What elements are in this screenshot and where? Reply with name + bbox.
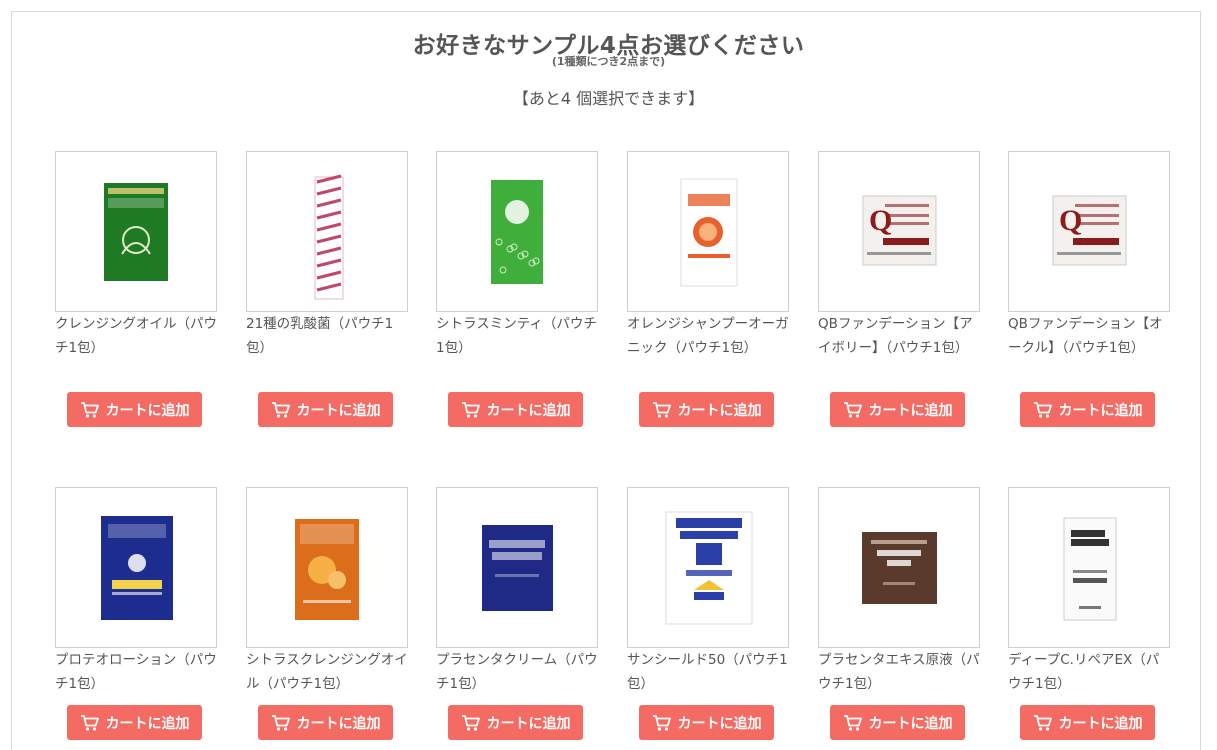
- add-to-cart-label: カートに追加: [868, 715, 953, 732]
- product-card: Q QBファンデーション【オークル】（パウチ1包） カートに追加: [1008, 151, 1170, 428]
- add-to-cart-button[interactable]: カートに追加: [448, 705, 583, 740]
- product-name[interactable]: サンシールド50（パウチ1包）: [627, 649, 789, 696]
- product-name[interactable]: QBファンデーション【アイボリー】（パウチ1包）: [818, 313, 980, 360]
- product-image[interactable]: [436, 151, 598, 312]
- product-name[interactable]: プラセンタクリーム（パウチ1包）: [436, 649, 598, 696]
- product-image[interactable]: [55, 487, 217, 648]
- add-to-cart-button[interactable]: カートに追加: [448, 392, 583, 427]
- add-to-cart-label: カートに追加: [486, 402, 571, 419]
- add-to-cart-button[interactable]: カートに追加: [1020, 705, 1155, 740]
- add-to-cart-button[interactable]: カートに追加: [67, 705, 202, 740]
- product-image[interactable]: [627, 151, 789, 312]
- product-name[interactable]: QBファンデーション【オークル】（パウチ1包）: [1008, 313, 1170, 360]
- product-image[interactable]: [1008, 487, 1170, 648]
- product-image[interactable]: [818, 487, 980, 648]
- product-image[interactable]: Q: [1008, 151, 1170, 312]
- cart-icon: [271, 714, 291, 732]
- add-to-cart-button[interactable]: カートに追加: [258, 705, 393, 740]
- qb-foundation-ivory-pouch-image: Q: [862, 195, 937, 266]
- product-card: シトラスクレンジングオイル（パウチ1包） カートに追加: [246, 487, 408, 741]
- product-card: サンシールド50（パウチ1包） カートに追加: [627, 487, 789, 741]
- white-deep-c-repair-pouch-image: [1063, 517, 1117, 621]
- add-to-cart-button[interactable]: カートに追加: [639, 705, 774, 740]
- white-sun-shield-pouch-image: [665, 511, 753, 625]
- product-name[interactable]: クレンジングオイル（パウチ1包）: [55, 313, 217, 360]
- add-to-cart-button[interactable]: カートに追加: [639, 392, 774, 427]
- cart-icon: [1033, 714, 1053, 732]
- brown-placenta-extract-pouch-image: [862, 532, 937, 604]
- product-image[interactable]: [246, 487, 408, 648]
- add-to-cart-label: カートに追加: [868, 402, 953, 419]
- add-to-cart-button[interactable]: カートに追加: [830, 392, 965, 427]
- cart-icon: [80, 401, 100, 419]
- product-card: Q QBファンデーション【アイボリー】（パウチ1包） カートに追加: [818, 151, 980, 428]
- cart-icon: [80, 714, 100, 732]
- product-card: プロテオローション（パウチ1包） カートに追加: [55, 487, 217, 741]
- pink-lactic-acid-stick-image: [314, 174, 344, 300]
- add-to-cart-button[interactable]: カートに追加: [67, 392, 202, 427]
- cart-icon: [461, 714, 481, 732]
- product-card: プラセンタクリーム（パウチ1包） カートに追加: [436, 487, 598, 741]
- cart-icon: [652, 714, 672, 732]
- navy-placenta-cream-pouch-image: [482, 525, 553, 611]
- svg-text:Q: Q: [869, 204, 892, 237]
- product-image[interactable]: [436, 487, 598, 648]
- add-to-cart-label: カートに追加: [1058, 402, 1143, 419]
- page-subtitle: (1種類につき2点まで): [551, 55, 666, 68]
- add-to-cart-label: カートに追加: [296, 715, 381, 732]
- add-to-cart-label: カートに追加: [677, 715, 762, 732]
- qb-foundation-ochre-pouch-image: Q: [1052, 195, 1127, 266]
- cart-icon: [843, 714, 863, 732]
- orange-citrus-cleansing-pouch-image: [295, 519, 359, 620]
- product-card: プラセンタエキス原液（パウチ1包） カートに追加: [818, 487, 980, 741]
- add-to-cart-label: カートに追加: [105, 402, 190, 419]
- add-to-cart-label: カートに追加: [1058, 715, 1143, 732]
- add-to-cart-label: カートに追加: [486, 715, 571, 732]
- cart-icon: [843, 401, 863, 419]
- add-to-cart-button[interactable]: カートに追加: [830, 705, 965, 740]
- product-name[interactable]: オレンジシャンプーオーガニック（パウチ1包）: [627, 313, 789, 360]
- product-image[interactable]: [55, 151, 217, 312]
- orange-shampoo-pouch-image: [680, 178, 738, 287]
- product-card: オレンジシャンプーオーガニック（パウチ1包） カートに追加: [627, 151, 789, 428]
- add-to-cart-button[interactable]: カートに追加: [258, 392, 393, 427]
- product-image[interactable]: [246, 151, 408, 312]
- product-name[interactable]: プラセンタエキス原液（パウチ1包）: [818, 649, 980, 696]
- product-name[interactable]: シトラスクレンジングオイル（パウチ1包）: [246, 649, 408, 696]
- product-image[interactable]: Q: [818, 151, 980, 312]
- green-cleansing-oil-pouch-image: [104, 183, 168, 281]
- navy-proteo-lotion-pouch-image: [101, 516, 173, 620]
- add-to-cart-label: カートに追加: [296, 402, 381, 419]
- product-name[interactable]: 21種の乳酸菌（パウチ1包）: [246, 313, 408, 360]
- add-to-cart-button[interactable]: カートに追加: [1020, 392, 1155, 427]
- add-to-cart-label: カートに追加: [677, 402, 762, 419]
- svg-text:Q: Q: [1059, 204, 1082, 237]
- cart-icon: [271, 401, 291, 419]
- cart-icon: [461, 401, 481, 419]
- green-citrus-minty-pouch-image: [491, 180, 543, 284]
- remaining-count: 【あと4 個選択できます】: [512, 89, 705, 108]
- product-image[interactable]: [627, 487, 789, 648]
- product-card: シトラスミンティ（パウチ1包） カートに追加: [436, 151, 598, 428]
- cart-icon: [1033, 401, 1053, 419]
- product-card: クレンジングオイル（パウチ1包） カートに追加: [55, 151, 217, 428]
- product-name[interactable]: ディープC.リペアEX（パウチ1包）: [1008, 649, 1170, 696]
- product-card: ディープC.リペアEX（パウチ1包） カートに追加: [1008, 487, 1170, 741]
- product-name[interactable]: シトラスミンティ（パウチ1包）: [436, 313, 598, 360]
- product-card: 21種の乳酸菌（パウチ1包） カートに追加: [246, 151, 408, 428]
- add-to-cart-label: カートに追加: [105, 715, 190, 732]
- product-name[interactable]: プロテオローション（パウチ1包）: [55, 649, 217, 696]
- cart-icon: [652, 401, 672, 419]
